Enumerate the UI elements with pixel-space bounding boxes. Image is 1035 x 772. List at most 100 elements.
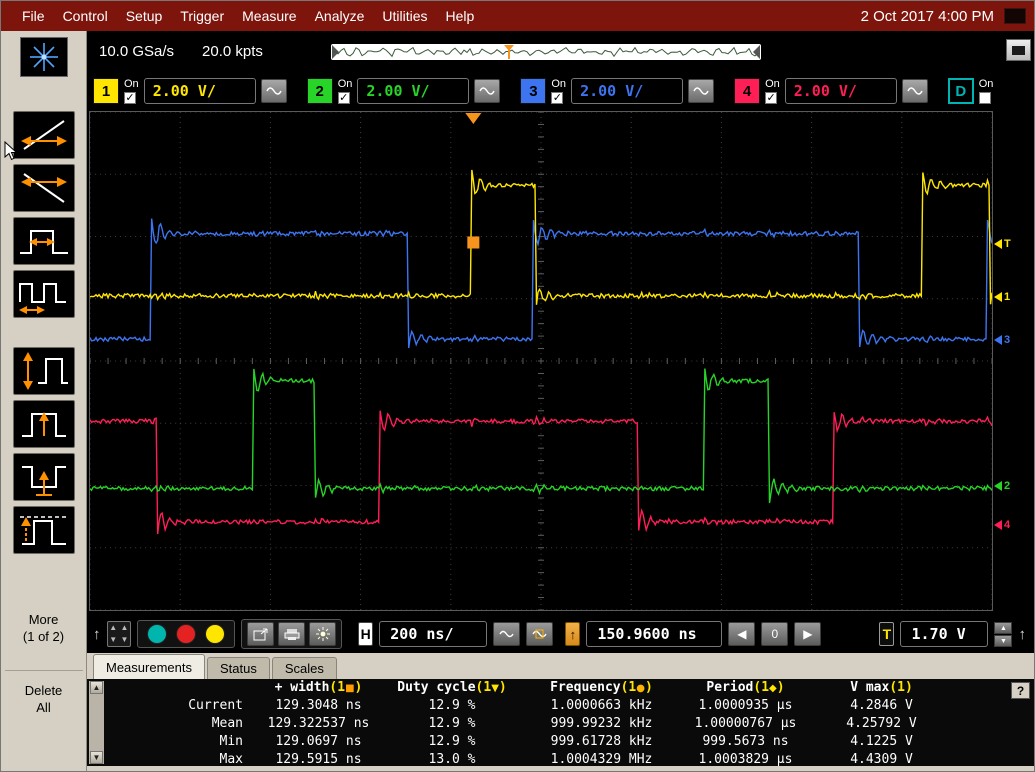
timebase-scale-readout[interactable]: 200 ns/	[379, 621, 487, 647]
measurement-name: Frequency	[550, 680, 620, 695]
spin-down-icon[interactable]: ▼	[994, 635, 1012, 647]
measurements-scrollbar[interactable]: ▲ ▼	[89, 681, 104, 764]
channel-3-button[interactable]: 3	[520, 78, 546, 104]
more-tools-button[interactable]: More (1 of 2)	[23, 612, 64, 646]
menu-help[interactable]: Help	[437, 8, 484, 24]
tab-scales[interactable]: Scales	[272, 657, 337, 679]
tool-skew-fall-button[interactable]	[13, 164, 75, 212]
marker-channel-4[interactable]: 4	[994, 519, 1010, 531]
display-mode-button[interactable]	[1006, 39, 1031, 61]
channel-D-button[interactable]: D	[948, 78, 974, 104]
channel-1-on-checkbox[interactable]: ✓	[124, 92, 136, 104]
measurement-value: 999.5673 ns	[677, 734, 814, 752]
tool-amplitude-button[interactable]	[13, 347, 75, 395]
trigger-time-marker-icon[interactable]	[465, 113, 481, 124]
export-button[interactable]	[247, 622, 274, 646]
channel-4-scale-readout[interactable]: 2.00 V/	[785, 78, 897, 104]
measurement-value: 129.0697 ns	[259, 734, 378, 752]
channel-1-button[interactable]: 1	[93, 78, 119, 104]
channel-4-waveform-button[interactable]	[902, 79, 928, 103]
red-marker-button[interactable]	[176, 624, 196, 644]
channel-2-scale-readout[interactable]: 2.00 V/	[357, 78, 469, 104]
tool-frequency-button[interactable]	[13, 270, 75, 318]
scroll-up-button[interactable]: ▲	[90, 681, 103, 694]
fine-adjust-widget[interactable]: ▲▲ ▼▼	[107, 621, 132, 647]
channel-1-trace	[90, 170, 992, 305]
waveform-display[interactable]	[89, 111, 993, 611]
trigger-level-readout[interactable]: 1.70 V	[900, 621, 988, 647]
delete-all-button[interactable]: Delete All	[25, 683, 63, 717]
scroll-up-icon[interactable]: ↑	[1019, 626, 1027, 643]
on-label: On	[124, 79, 139, 90]
print-button[interactable]	[278, 622, 305, 646]
adjust-up-right-icon[interactable]: ▲	[119, 622, 130, 634]
marker-channel-1[interactable]: 1	[994, 291, 1010, 303]
trigger-position-button[interactable]: ↑	[565, 622, 580, 646]
zoom-window-button[interactable]	[526, 622, 553, 646]
measurement-column-header: Duty cycle(1▼)	[378, 680, 526, 698]
menu-analyze[interactable]: Analyze	[306, 8, 374, 24]
adjust-up-left-icon[interactable]: ▲	[108, 622, 119, 634]
amplitude-icon	[16, 349, 72, 393]
marker-channel-2[interactable]: 2	[994, 480, 1010, 492]
brightness-button[interactable]	[309, 622, 336, 646]
oscilloscope-window: FileControlSetupTriggerMeasureAnalyzeUti…	[0, 0, 1035, 772]
channel-2-waveform-button[interactable]	[474, 79, 500, 103]
menu-utilities[interactable]: Utilities	[373, 8, 436, 24]
teal-marker-button[interactable]	[147, 624, 167, 644]
scroll-down-button[interactable]: ▼	[90, 751, 103, 764]
measurement-source: (1	[621, 680, 637, 695]
trigger-point-marker-icon[interactable]	[467, 236, 479, 248]
menu-trigger[interactable]: Trigger	[171, 8, 233, 24]
channel-2-button[interactable]: 2	[307, 78, 333, 104]
tool-v-top-button[interactable]	[13, 400, 75, 448]
bottom-strip	[87, 766, 1035, 772]
tool-pulse-width-button[interactable]	[13, 217, 75, 265]
sine-box-icon	[532, 629, 547, 639]
channel-D-on-checkbox[interactable]	[979, 92, 991, 104]
pan-left-button[interactable]: ◀	[728, 622, 755, 646]
trigger-menu-button[interactable]: T	[879, 622, 894, 646]
measurement-name: Period	[706, 680, 753, 695]
channel-3-waveform-button[interactable]	[688, 79, 714, 103]
channel-4-on-checkbox[interactable]: ✓	[765, 92, 777, 104]
horizontal-position-readout[interactable]: 150.9600 ns	[586, 621, 722, 647]
tool-skew-rise-button[interactable]	[13, 111, 75, 159]
measurement-value: 4.1225 V	[814, 734, 949, 752]
channel-2-on-checkbox[interactable]: ✓	[338, 92, 350, 104]
channel-3-scale-readout[interactable]: 2.00 V/	[571, 78, 683, 104]
measurement-column-header: Frequency(1●)	[526, 680, 677, 698]
acquisition-preview-bar[interactable]	[331, 44, 761, 60]
tool-v-max-button[interactable]	[13, 506, 75, 554]
spin-up-icon[interactable]: ▲	[994, 622, 1012, 634]
channel-1-scale-readout[interactable]: 2.00 V/	[144, 78, 256, 104]
adjust-down-left-icon[interactable]: ▼	[108, 634, 119, 646]
adjust-down-right-icon[interactable]: ▼	[119, 634, 130, 646]
channel-3-on-checkbox[interactable]: ✓	[551, 92, 563, 104]
tab-measurements[interactable]: Measurements	[93, 654, 205, 679]
skew-fall-icon	[16, 166, 72, 210]
marker-trigger-level[interactable]: T	[994, 238, 1011, 250]
pan-right-button[interactable]: ▶	[794, 622, 821, 646]
measurement-value: 12.9 %	[378, 734, 526, 752]
channel-4-button[interactable]: 4	[734, 78, 760, 104]
tab-status[interactable]: Status	[207, 657, 270, 679]
zero-position-button[interactable]: 0	[761, 622, 788, 646]
measurement-close: )	[777, 680, 785, 695]
channel-1-waveform-button[interactable]	[261, 79, 287, 103]
menu-control[interactable]: Control	[54, 8, 117, 24]
menu-file[interactable]: File	[13, 8, 54, 24]
measurement-value: 12.9 %	[378, 698, 526, 716]
window-control-icon[interactable]	[1004, 8, 1026, 24]
pan-up-icon[interactable]: ↑	[93, 626, 101, 643]
tool-v-base-button[interactable]	[13, 453, 75, 501]
marker-channel-3[interactable]: 3	[994, 334, 1010, 346]
help-button[interactable]: ?	[1011, 682, 1030, 699]
yellow-marker-button[interactable]	[205, 624, 225, 644]
horizontal-menu-button[interactable]: H	[358, 622, 373, 646]
menu-setup[interactable]: Setup	[117, 8, 172, 24]
measurement-value: 1.00000767 µs	[677, 716, 814, 734]
menu-measure[interactable]: Measure	[233, 8, 305, 24]
zoom-normal-button[interactable]	[493, 622, 520, 646]
minimap-right-arrow-icon[interactable]	[753, 45, 760, 59]
